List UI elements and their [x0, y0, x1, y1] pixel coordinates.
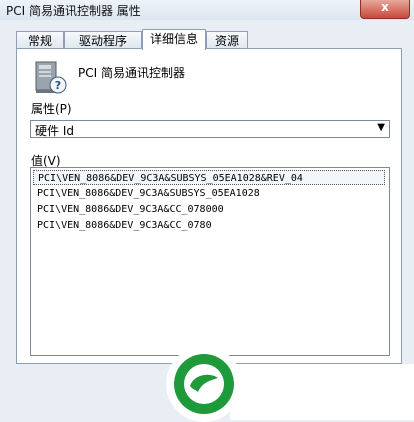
green-leaf-logo: [166, 346, 242, 422]
svg-text:?: ?: [55, 79, 61, 92]
value-list-item[interactable]: PCI\VEN_8086&DEV_9C3A&SUBSYS_05EA1028: [33, 186, 385, 201]
window-title: PCI 简易通讯控制器 属性: [6, 4, 141, 18]
close-button[interactable]: x: [360, 0, 410, 19]
property-label: 属性(P): [31, 102, 72, 116]
value-list-item[interactable]: PCI\VEN_8086&DEV_9C3A&SUBSYS_05EA1028&RE…: [33, 170, 385, 185]
tab-driver[interactable]: 驱动程序: [64, 31, 142, 49]
chevron-down-icon: ▼: [377, 122, 385, 133]
title-bar: PCI 简易通讯控制器 属性 x: [0, 0, 414, 20]
pci-device-question-icon: ?: [35, 61, 67, 94]
tab-general[interactable]: 常规: [16, 31, 64, 49]
value-listbox[interactable]: PCI\VEN_8086&DEV_9C3A&SUBSYS_05EA1028&RE…: [30, 167, 390, 356]
value-list-item[interactable]: PCI\VEN_8086&DEV_9C3A&CC_0780: [33, 218, 385, 233]
property-select-value: 硬件 Id: [35, 124, 74, 138]
device-name: PCI 简易通讯控制器: [78, 66, 185, 80]
tab-resources[interactable]: 资源: [206, 31, 248, 49]
watermark-background: [230, 364, 414, 420]
property-select[interactable]: 硬件 Id ▼: [30, 120, 390, 138]
value-list-item[interactable]: PCI\VEN_8086&DEV_9C3A&CC_078000: [33, 202, 385, 217]
tab-details[interactable]: 详细信息: [142, 29, 206, 50]
